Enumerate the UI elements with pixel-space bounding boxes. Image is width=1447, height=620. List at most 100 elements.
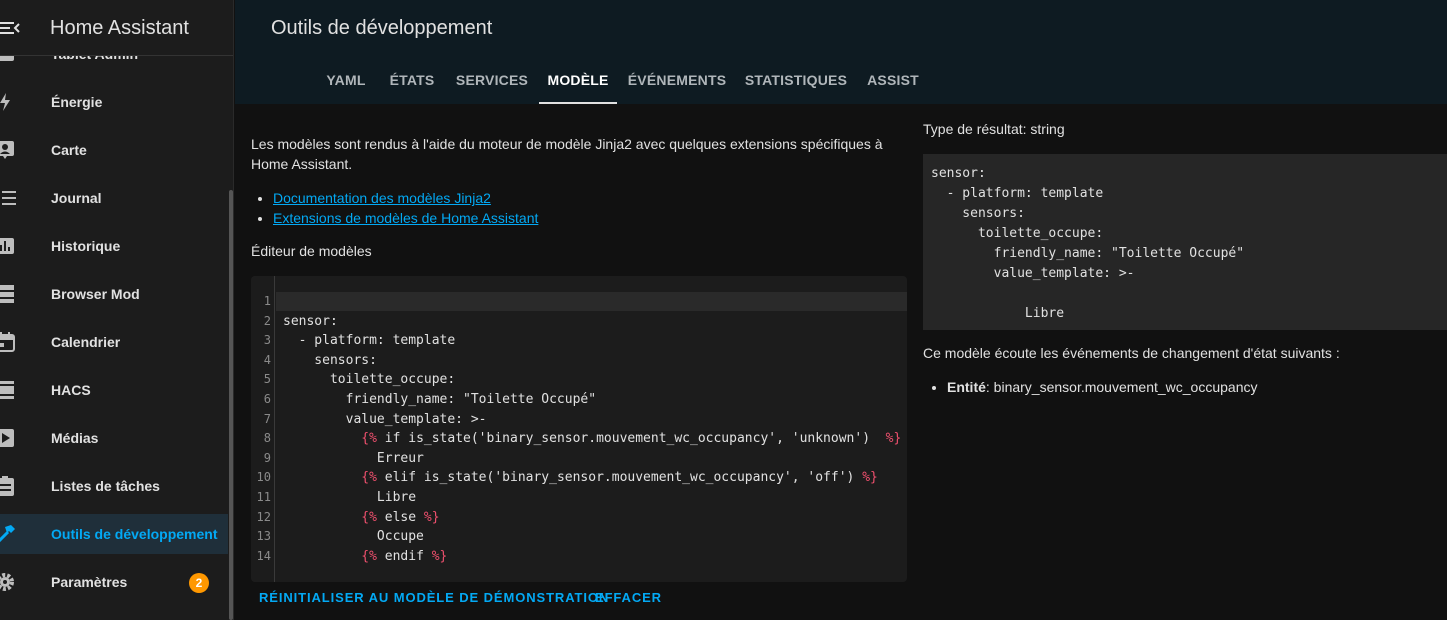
tab-yaml[interactable]: YAML (313, 60, 379, 104)
code-text: - platform: template (283, 333, 456, 349)
code-line: 7 value_template: >- (251, 410, 907, 430)
hammer-icon (0, 524, 18, 544)
code-line: 13 Occupe (251, 527, 907, 547)
code-line: 6 friendly_name: "Toilette Occupé" (251, 390, 907, 410)
sidebar-item-label: Historique (51, 238, 121, 254)
cog-icon (0, 572, 18, 592)
sidebar-item-label: Carte (51, 142, 87, 158)
line-number: 14 (256, 548, 271, 563)
ha-extensions-link[interactable]: Extensions de modèles de Home Assistant (273, 210, 538, 226)
code-line: 11 Libre (251, 488, 907, 508)
clear-button[interactable]: EFFACER (595, 590, 662, 605)
sidebar-item-calendrier[interactable]: Calendrier (0, 322, 228, 362)
code-line: 14 {% endif %} (251, 547, 907, 567)
tab-services[interactable]: SERVICES (445, 60, 539, 104)
calendar-icon (0, 332, 18, 352)
sidebar-item-label: Médias (51, 430, 99, 446)
code-line: 5 toilette_occupe: (251, 370, 907, 390)
code-line: 9 Erreur (251, 449, 907, 469)
sidebar-item-label: Journal (51, 190, 102, 206)
code-text: value_template: >- (283, 411, 487, 427)
map-account-icon (0, 140, 18, 160)
sidebar-item-label: Énergie (51, 94, 103, 110)
server-icon (0, 284, 18, 304)
app-title: Home Assistant (50, 17, 189, 39)
tab-etats[interactable]: ÉTATS (379, 60, 445, 104)
list-item: Documentation des modèles Jinja2 (273, 188, 538, 208)
list-icon (0, 188, 18, 208)
tab-evenements[interactable]: ÉVÉNEMENTS (617, 60, 737, 104)
code-text: {% else %} (361, 509, 440, 525)
sidebar-item-listes-de-taches[interactable]: Listes de tâches (0, 466, 228, 506)
sidebar-item-label: Listes de tâches (51, 478, 160, 494)
line-number: 9 (263, 450, 271, 465)
tab-modele[interactable]: MODÈLE (539, 60, 617, 104)
page-title: Outils de développement (271, 17, 493, 39)
hacs-icon (0, 380, 18, 400)
sidebar-item-medias[interactable]: Médias (0, 418, 228, 458)
sidebar-item-energie[interactable]: Énergie (0, 82, 228, 122)
sidebar-item-label: HACS (51, 382, 91, 398)
entity-list: Entité: binary_sensor.mouvement_wc_occup… (947, 379, 1257, 395)
line-number: 13 (256, 529, 271, 544)
sidebar-item-label: Paramètres (51, 574, 128, 590)
line-number: 11 (256, 490, 271, 504)
intro-text: Les modèles sont rendus à l'aide du mote… (251, 136, 883, 172)
sidebar-header: Home Assistant (0, 0, 233, 56)
lightning-icon (0, 92, 18, 112)
code-line: 3 - platform: template (251, 331, 907, 351)
jinja-docs-link[interactable]: Documentation des modèles Jinja2 (273, 190, 491, 206)
line-number: 3 (263, 333, 271, 348)
code-text: sensors: (283, 352, 377, 368)
line-number: 4 (263, 352, 271, 367)
reset-template-button[interactable]: RÉINITIALISER AU MODÈLE DE DÉMONSTRATION (259, 590, 609, 605)
result-output-box: sensor: - platform: template sensors: to… (923, 154, 1447, 330)
code-line: 10 {% elif is_state('binary_sensor.mouve… (251, 468, 907, 488)
code-line: 8 {% if is_state('binary_sensor.mouvemen… (251, 429, 907, 449)
result-output: sensor: - platform: template sensors: to… (931, 166, 1245, 321)
line-number: 12 (256, 509, 271, 524)
line-number: 5 (263, 372, 271, 387)
menu-icon[interactable] (0, 14, 20, 42)
sidebar-item-browser-mod[interactable]: Browser Mod (0, 274, 228, 314)
sidebar-item-parametres[interactable]: Paramètres 2 (0, 562, 228, 602)
line-number: 2 (263, 313, 271, 328)
list-item: Entité: binary_sensor.mouvement_wc_occup… (947, 379, 1257, 395)
sidebar-item-label: Calendrier (51, 334, 121, 350)
sidebar-item-historique[interactable]: Historique (0, 226, 228, 266)
tab-statistiques[interactable]: STATISTIQUES (737, 60, 855, 104)
code-text: {% if is_state('binary_sensor.mouvement_… (361, 431, 902, 447)
sidebar-scrollbar[interactable] (229, 190, 233, 620)
listen-text: Ce modèle écoute les événements de chang… (923, 345, 1340, 361)
code-text: {% endif %} (361, 548, 448, 564)
sidebar-item-label: Browser Mod (51, 286, 140, 302)
code-text: toilette_occupe: (283, 372, 456, 388)
line-number: 6 (263, 392, 271, 406)
tab-assist[interactable]: ASSIST (855, 60, 931, 104)
play-box-icon (0, 428, 18, 448)
sidebar-item-hacs[interactable]: HACS (0, 370, 228, 410)
entity-value: : binary_sensor.mouvement_wc_occupancy (985, 379, 1258, 395)
code-text: friendly_name: "Toilette Occupé" (283, 392, 597, 407)
code-text: Erreur (283, 450, 424, 466)
template-editor[interactable]: 1 2 sensor: 3 - platform: template 4 sensors… (251, 276, 907, 582)
code-text: Occupe (283, 529, 424, 545)
line-number: 1 (263, 294, 271, 308)
code-line: 2 sensor: (251, 312, 907, 332)
main-content: Les modèles sont rendus à l'aide du mote… (235, 104, 1447, 620)
editor-label: Éditeur de modèles (251, 243, 372, 259)
line-number: 8 (263, 431, 271, 446)
code-line: 12 {% else %} (251, 508, 907, 528)
sidebar-item-carte[interactable]: Carte (0, 130, 228, 170)
code-text: sensor: (283, 313, 338, 329)
sidebar-item-journal[interactable]: Journal (0, 178, 228, 218)
sidebar-item-label: Outils de développement (51, 526, 218, 542)
doc-links: Documentation des modèles Jinja2 Extensi… (273, 188, 538, 228)
clipboard-list-icon (0, 476, 18, 496)
line-number: 10 (256, 470, 271, 485)
code-text: Libre (283, 490, 417, 505)
code-text: {% elif is_state('binary_sensor.mouvemen… (361, 470, 878, 486)
top-bar: Outils de développement YAML ÉTATS SERVI… (235, 0, 1447, 104)
result-type: Type de résultat: string (923, 121, 1065, 137)
sidebar-item-outils-de-developpement[interactable]: Outils de développement (0, 514, 228, 554)
